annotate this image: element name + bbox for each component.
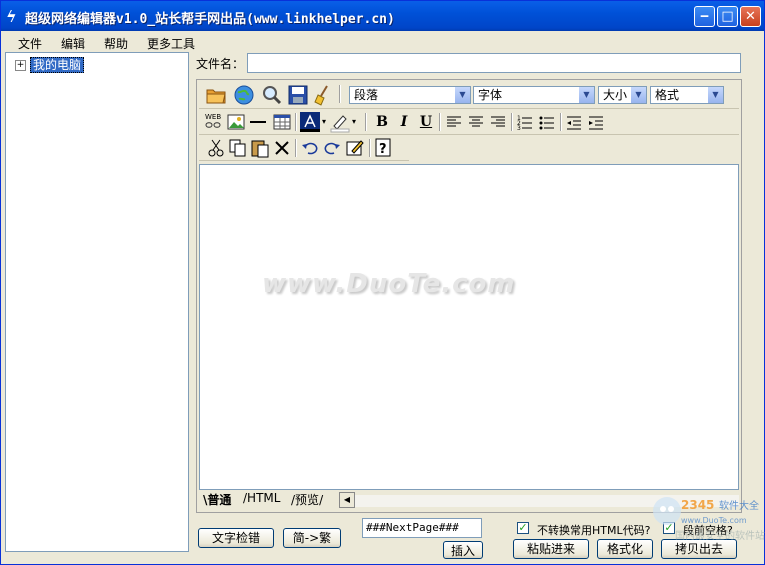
size-select-value: 大小 [603, 88, 628, 102]
menu-file[interactable]: 文件 [5, 32, 48, 52]
text-color-icon[interactable] [299, 111, 321, 133]
svg-text:国内最安全的软件站: 国内最安全的软件站 [675, 529, 765, 542]
nextpage-input[interactable]: ###NextPage### [362, 518, 482, 538]
menu-help[interactable]: 帮助 [91, 32, 134, 52]
lightning-icon: ϟ [6, 7, 17, 26]
tree-node-my-computer[interactable]: + 我的电脑 [15, 56, 85, 73]
tab-preview-label: 预览 [295, 493, 320, 507]
horizontal-rule-icon[interactable] [247, 111, 269, 133]
menu-more-tools[interactable]: 更多工具 [134, 32, 201, 52]
save-icon[interactable] [287, 84, 309, 106]
title-bar[interactable]: ϟ 超级网络编辑器v1.0_站长帮手网出品(www.linkhelper.cn)… [1, 1, 764, 31]
close-button[interactable]: ✕ [740, 6, 761, 27]
insert-table-icon[interactable] [271, 111, 293, 133]
chevron-down-icon: ▼ [455, 87, 470, 103]
scroll-left-icon[interactable]: ◀ [339, 492, 355, 508]
html-editor: 段落 ▼ 字体 ▼ 大小 ▼ 格式 ▼ WEB ▾ ▾ B I U 1 2 3 … [196, 79, 742, 513]
toolbar-separator [339, 85, 341, 103]
folder-tree[interactable]: + 我的电脑 [5, 52, 189, 552]
maximize-button[interactable]: □ [717, 6, 738, 27]
unordered-list-icon[interactable] [536, 111, 558, 133]
preview-search-icon[interactable] [261, 84, 283, 106]
indent-icon[interactable] [585, 111, 607, 133]
no-convert-checkbox[interactable]: ✓ [517, 522, 529, 534]
site-logo: 2345 软件大全 www.DuoTe.com 国内最安全的软件站 [641, 491, 765, 561]
menu-bar: 文件 编辑 帮助 更多工具 [5, 32, 201, 52]
delete-icon[interactable] [271, 137, 293, 159]
chevron-down-icon[interactable]: ▾ [320, 111, 328, 133]
bold-button[interactable]: B [371, 111, 393, 133]
window-title: 超级网络编辑器v1.0_站长帮手网出品(www.linkhelper.cn) [25, 12, 395, 27]
cut-icon[interactable] [205, 137, 227, 159]
underline-button[interactable]: U [415, 111, 437, 133]
undo-icon[interactable] [299, 137, 321, 159]
minimize-button[interactable]: ‒ [694, 6, 715, 27]
size-select[interactable]: 大小 ▼ [598, 86, 647, 104]
italic-button[interactable]: I [393, 111, 415, 133]
outdent-icon[interactable] [563, 111, 585, 133]
tab-normal-label: 普通 [207, 493, 232, 507]
edit-properties-icon[interactable] [344, 137, 366, 159]
convert-traditional-button[interactable]: 简->繁 [283, 528, 341, 548]
open-folder-icon[interactable] [205, 84, 227, 106]
toolbar-separator [295, 113, 297, 131]
toolbar-separator [560, 113, 562, 131]
svg-text:www.DuoTe.com: www.DuoTe.com [681, 516, 747, 525]
chevron-down-icon: ▼ [708, 87, 723, 103]
format-select-value: 格式 [655, 88, 680, 102]
align-center-icon[interactable] [465, 111, 487, 133]
chevron-down-icon[interactable]: ▾ [350, 111, 358, 133]
broom-clean-icon[interactable] [313, 84, 335, 106]
copy-icon[interactable] [227, 137, 249, 159]
ordered-list-icon[interactable]: 123 [514, 111, 536, 133]
paste-icon[interactable] [249, 137, 271, 159]
svg-text:?: ? [379, 142, 387, 157]
insert-button[interactable]: 插入 [443, 541, 483, 559]
insert-image-icon[interactable] [225, 111, 247, 133]
filename-label: 文件名： [196, 57, 245, 71]
app-window: ϟ 超级网络编辑器v1.0_站长帮手网出品(www.linkhelper.cn)… [0, 0, 765, 565]
tab-normal[interactable]: \普通 [203, 491, 231, 507]
toolbar-row-2: WEB ▾ ▾ B I U 1 2 3 [199, 110, 739, 135]
toolbar-row-3: ? [199, 136, 409, 161]
align-right-icon[interactable] [487, 111, 509, 133]
toolbar-separator [511, 113, 513, 131]
spellcheck-button[interactable]: 文字检错 [198, 528, 274, 548]
filename-input[interactable] [247, 53, 741, 73]
tab-html-label: HTML [247, 491, 281, 505]
paste-in-button[interactable]: 粘贴进来 [513, 539, 589, 559]
chevron-down-icon: ▼ [631, 87, 646, 103]
expand-icon[interactable]: + [15, 60, 26, 71]
hyperlink-icon[interactable]: WEB [203, 111, 225, 133]
globe-icon[interactable] [233, 84, 255, 106]
font-select-value: 字体 [478, 88, 503, 102]
format-select[interactable]: 格式 ▼ [650, 86, 724, 104]
align-left-icon[interactable] [443, 111, 465, 133]
svg-text:WEB: WEB [205, 113, 221, 121]
svg-text:2345: 2345 [681, 498, 714, 512]
paragraph-select[interactable]: 段落 ▼ [349, 86, 471, 104]
toolbar-separator [369, 139, 371, 157]
tab-html[interactable]: /HTML [243, 491, 280, 507]
toolbar-separator [295, 139, 297, 157]
menu-edit[interactable]: 编辑 [48, 32, 91, 52]
tab-preview[interactable]: /预览/ [291, 491, 323, 507]
toolbar-separator [365, 113, 367, 131]
watermark: www.DuoTe.com [262, 269, 516, 299]
svg-text:3: 3 [517, 125, 521, 132]
tree-node-label[interactable]: 我的电脑 [30, 57, 85, 73]
chevron-down-icon: ▼ [579, 87, 594, 103]
toolbar-row-1: 段落 ▼ 字体 ▼ 大小 ▼ 格式 ▼ [199, 82, 739, 109]
redo-icon[interactable] [321, 137, 343, 159]
paragraph-select-value: 段落 [354, 88, 379, 102]
editor-content-area[interactable]: www.DuoTe.com [199, 164, 739, 490]
svg-text:软件大全: 软件大全 [719, 499, 759, 512]
toolbar-separator [439, 113, 441, 131]
help-icon[interactable]: ? [372, 137, 394, 159]
font-select[interactable]: 字体 ▼ [473, 86, 595, 104]
no-convert-label: 不转换常用HTML代码? [537, 524, 651, 537]
highlight-color-icon[interactable] [329, 111, 351, 133]
